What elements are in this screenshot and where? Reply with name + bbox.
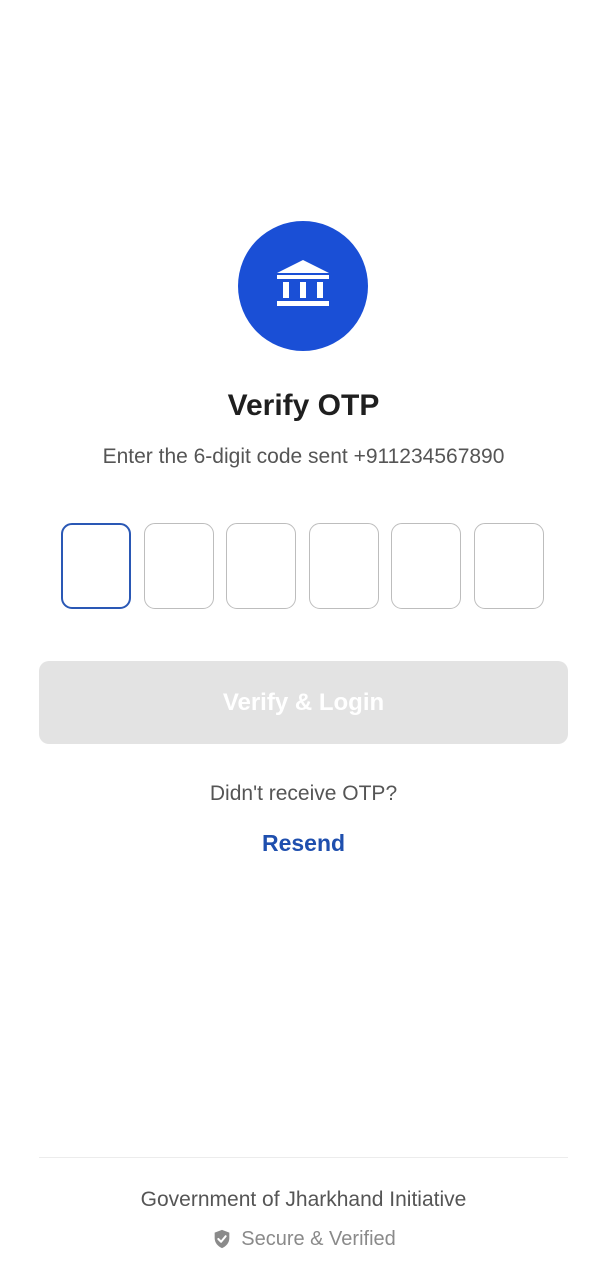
resend-prompt: Didn't receive OTP? <box>209 782 398 805</box>
secure-badge: Secure & Verified <box>0 1225 607 1253</box>
verify-login-button[interactable]: Verify & Login <box>39 661 568 744</box>
otp-digit-1[interactable] <box>61 523 131 609</box>
page-title: Verify OTP <box>227 389 380 422</box>
otp-digit-2[interactable] <box>143 523 214 609</box>
bank-icon <box>273 254 333 319</box>
otp-instructions: Enter the 6-digit code sent +91123456789… <box>102 445 505 468</box>
otp-digit-6[interactable] <box>473 523 544 609</box>
otp-input-group <box>61 523 544 609</box>
footer-organization: Government of Jharkhand Initiative <box>140 1188 467 1211</box>
secure-label: Secure & Verified <box>241 1228 396 1250</box>
shield-check-icon <box>211 1228 233 1250</box>
otp-digit-3[interactable] <box>226 523 297 609</box>
otp-digit-5[interactable] <box>391 523 462 609</box>
resend-link[interactable]: Resend <box>0 828 607 858</box>
footer-divider <box>39 1157 568 1158</box>
otp-digit-4[interactable] <box>308 523 379 609</box>
app-logo <box>238 221 368 351</box>
